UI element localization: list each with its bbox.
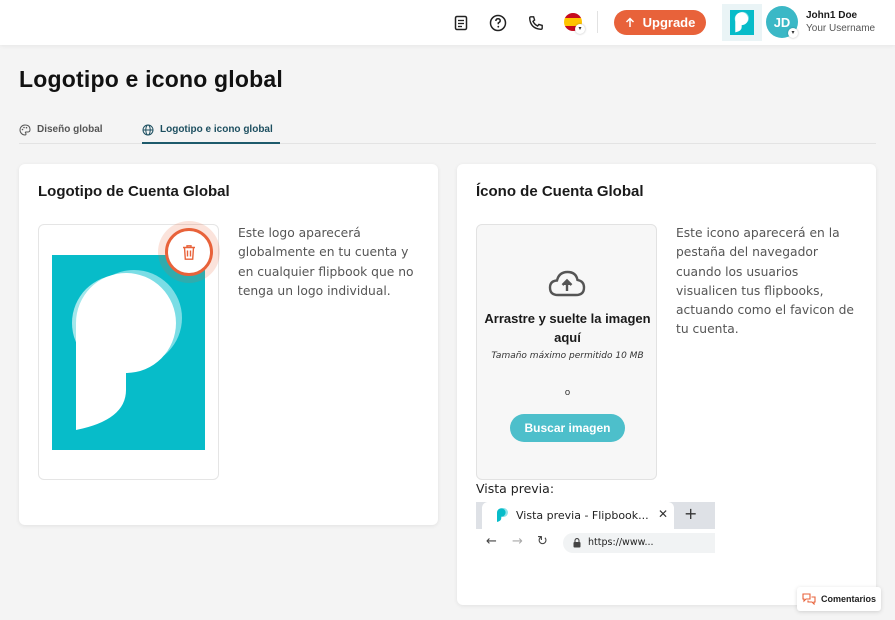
delete-logo-button[interactable]: [165, 228, 213, 276]
logo-image: [52, 255, 205, 450]
back-arrow-icon: ←: [486, 534, 497, 549]
avatar-initials: JD: [773, 14, 791, 30]
tab-bar: Diseño global Logotipo e icono global: [19, 120, 876, 144]
help-icon[interactable]: [487, 12, 509, 34]
image-dropzone[interactable]: Arrastre y suelte la imagen aquí Tamaño …: [476, 224, 657, 480]
browser-tab-strip: Vista previa - Flipbook... ✕ +: [476, 502, 715, 529]
brand-logo[interactable]: [722, 4, 762, 41]
palette-icon: [19, 124, 31, 136]
lock-icon: [573, 538, 581, 548]
reload-icon: ↻: [537, 534, 548, 549]
page-title: Logotipo e icono global: [19, 66, 283, 92]
global-icon-title: Ícono de Cuenta Global: [476, 183, 644, 200]
comments-icon: [802, 593, 816, 605]
tab-global-logo-icon[interactable]: Logotipo e icono global: [142, 120, 280, 144]
browse-image-button[interactable]: Buscar imagen: [510, 414, 625, 442]
top-bar: ▾ Upgrade JD ▾ John1 Doe Your Username: [0, 0, 895, 45]
trash-icon: [183, 244, 195, 260]
feedback-button[interactable]: Comentarios: [797, 587, 881, 611]
plus-icon: +: [684, 504, 698, 523]
user-name: John1 Doe: [806, 10, 858, 21]
address-url: https://www...: [588, 537, 654, 548]
icon-description: Este icono aparecerá en la pestaña del n…: [676, 226, 854, 337]
close-icon: ✕: [658, 507, 669, 521]
cloud-upload-icon: [548, 270, 586, 297]
upgrade-label: Upgrade: [642, 15, 696, 30]
tab-global-design[interactable]: Diseño global: [19, 120, 103, 144]
phone-icon[interactable]: [525, 12, 547, 34]
logo-description: Este logo aparecerá globalmente en tu cu…: [238, 226, 414, 298]
dropzone-separator: o: [564, 388, 571, 398]
logo-icon: [730, 10, 754, 35]
dropzone-hint: Tamaño máximo permitido 10 MB: [491, 351, 644, 361]
feedback-label: Comentarios: [821, 594, 877, 604]
favicon-icon: [497, 508, 508, 522]
address-bar: https://www...: [563, 533, 715, 553]
tab-label: Logotipo e icono global: [160, 124, 273, 135]
tab-label: Diseño global: [37, 124, 103, 135]
browser-preview: Vista previa - Flipbook... ✕ + ← → ↻ htt…: [476, 502, 715, 556]
browser-tab-title: Vista previa - Flipbook...: [516, 509, 649, 522]
arrow-up-icon: [625, 17, 634, 27]
dropzone-title: Arrastre y suelte la imagen aquí: [484, 311, 651, 345]
document-icon[interactable]: [450, 12, 472, 34]
forward-arrow-icon: →: [512, 534, 523, 549]
preview-label: Vista previa:: [476, 481, 555, 496]
browser-nav-row: ← → ↻ https://www...: [476, 529, 715, 556]
browse-label: Buscar imagen: [524, 421, 611, 435]
globe-icon: [142, 124, 154, 136]
divider: [597, 11, 598, 33]
upgrade-button[interactable]: Upgrade: [614, 10, 706, 35]
chevron-down-icon[interactable]: ▾: [575, 24, 585, 34]
chevron-down-icon[interactable]: ▾: [788, 28, 798, 38]
global-logo-title: Logotipo de Cuenta Global: [38, 183, 230, 200]
user-subtitle: Your Username: [806, 23, 876, 34]
browser-tab: Vista previa - Flipbook... ✕: [482, 502, 674, 529]
